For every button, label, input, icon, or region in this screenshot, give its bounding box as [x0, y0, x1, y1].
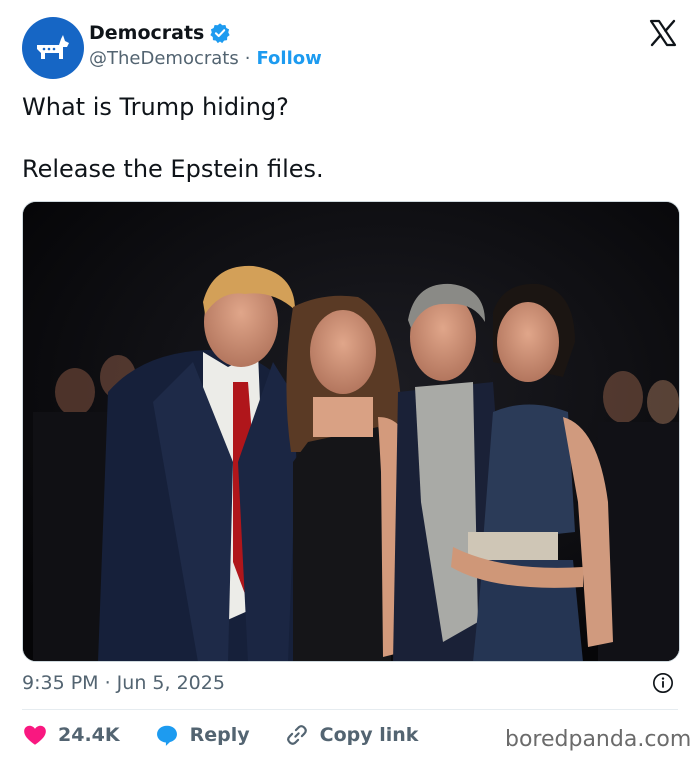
link-icon — [286, 725, 307, 745]
handle-row: @TheDemocrats · Follow — [89, 48, 322, 69]
post-text-line-2: Release the Epstein files. — [22, 155, 324, 183]
account-name[interactable]: Democrats — [89, 22, 204, 44]
avatar[interactable] — [22, 17, 84, 79]
verified-badge-icon — [210, 23, 230, 44]
heart-icon — [24, 725, 46, 745]
reply-button[interactable]: Reply — [154, 722, 250, 748]
reply-bubble-icon — [156, 725, 177, 746]
post-photo[interactable] — [22, 201, 680, 662]
tweet-card: Democrats @TheDemocrats · Follow What is… — [0, 0, 700, 762]
account-name-row: Democrats — [89, 22, 231, 44]
separator-dot: · — [244, 48, 251, 69]
info-icon[interactable] — [652, 672, 674, 694]
post-timestamp[interactable]: 9:35 PM · Jun 5, 2025 — [22, 672, 225, 694]
copy-link-label: Copy link — [319, 724, 419, 746]
x-logo-icon[interactable] — [648, 18, 678, 48]
account-handle[interactable]: @TheDemocrats — [89, 48, 239, 69]
reply-label: Reply — [189, 724, 250, 746]
like-button[interactable]: 24.4K — [22, 722, 120, 748]
photo-image — [23, 202, 679, 661]
divider — [22, 709, 678, 710]
copy-link-button[interactable]: Copy link — [284, 722, 419, 748]
post-text-line-1: What is Trump hiding? — [22, 93, 289, 121]
like-count: 24.4K — [58, 724, 120, 746]
action-bar: 24.4K Reply Copy link — [22, 722, 452, 748]
follow-button[interactable]: Follow — [256, 48, 321, 69]
watermark: boredpanda.com — [505, 727, 692, 752]
donkey-logo-icon — [37, 35, 69, 59]
